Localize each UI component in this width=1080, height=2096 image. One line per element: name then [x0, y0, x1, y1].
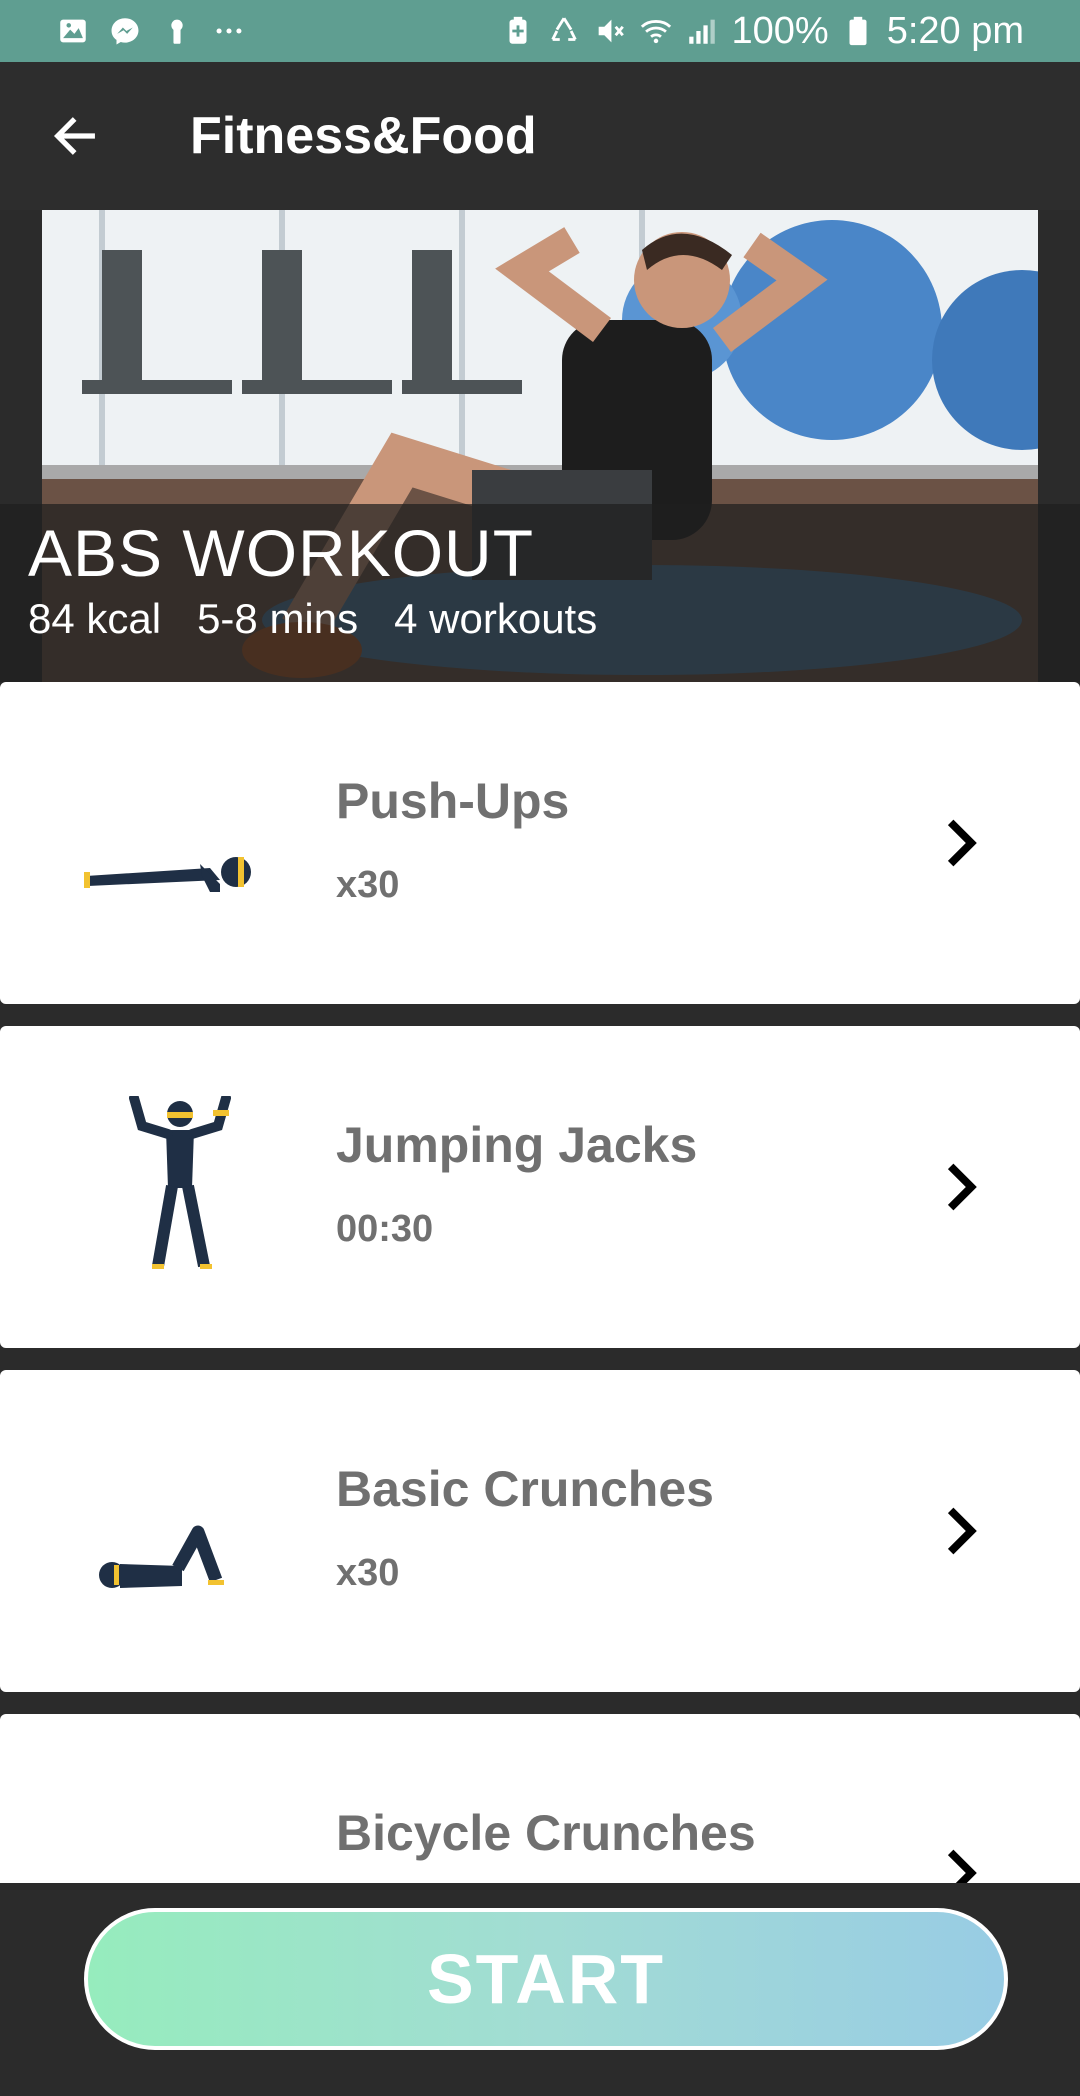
status-left-icons	[56, 14, 246, 48]
start-button[interactable]: START	[84, 1908, 1008, 2050]
exercise-detail: 00:30	[336, 1208, 434, 1250]
status-right-icons: 100% 5:20 pm	[501, 10, 1024, 53]
signal-icon	[685, 14, 719, 48]
status-time: 5:20 pm	[886, 9, 1024, 52]
workout-count: 4 workouts	[394, 595, 598, 642]
exercise-name: Bicycle Crunches	[336, 1805, 756, 1861]
chevron-right-icon	[947, 1163, 977, 1211]
app-bar: Fitness&Food	[0, 62, 1080, 210]
image-icon	[56, 14, 90, 48]
exercise-detail: x30	[336, 864, 400, 906]
recycle-icon	[547, 14, 581, 48]
bottom-bar: START	[0, 1883, 1080, 2096]
status-bar: 100% 5:20 pm	[0, 0, 1080, 62]
jumping-jack-figure-icon	[129, 1096, 231, 1269]
exercise-item-push-ups[interactable]: Push-Ups x30	[0, 682, 1080, 1004]
workout-title: ABS WORKOUT	[28, 516, 535, 590]
start-label: START	[426, 1940, 666, 2018]
battery-saver-icon	[501, 14, 535, 48]
workout-kcal: 84 kcal	[28, 595, 162, 642]
app-title: Fitness&Food	[190, 107, 537, 165]
battery-icon	[841, 14, 875, 48]
arrow-back-icon	[53, 117, 95, 155]
chevron-right-icon	[947, 1507, 977, 1555]
keyhole-icon	[160, 14, 194, 48]
messenger-icon	[108, 14, 142, 48]
exercise-name: Jumping Jacks	[336, 1117, 698, 1173]
exercise-name: Push-Ups	[336, 773, 570, 829]
workout-duration: 5-8 mins	[197, 595, 359, 642]
mute-icon	[593, 14, 627, 48]
exercise-item-basic-crunches[interactable]: Basic Crunches x30	[0, 1370, 1080, 1692]
push-up-figure-icon	[84, 857, 251, 892]
wifi-icon	[639, 14, 673, 48]
workout-meta: 84 kcal 5-8 mins 4 workouts	[28, 595, 597, 643]
battery-percent: 100%	[731, 9, 829, 52]
crunch-figure-icon	[99, 1525, 224, 1588]
exercise-detail: x30	[336, 1552, 400, 1594]
back-button[interactable]	[0, 62, 150, 210]
exercise-name: Basic Crunches	[336, 1461, 714, 1517]
chevron-right-icon	[947, 819, 977, 867]
exercise-item-jumping-jacks[interactable]: Jumping Jacks 00:30	[0, 1026, 1080, 1348]
more-dots-icon	[212, 14, 246, 48]
